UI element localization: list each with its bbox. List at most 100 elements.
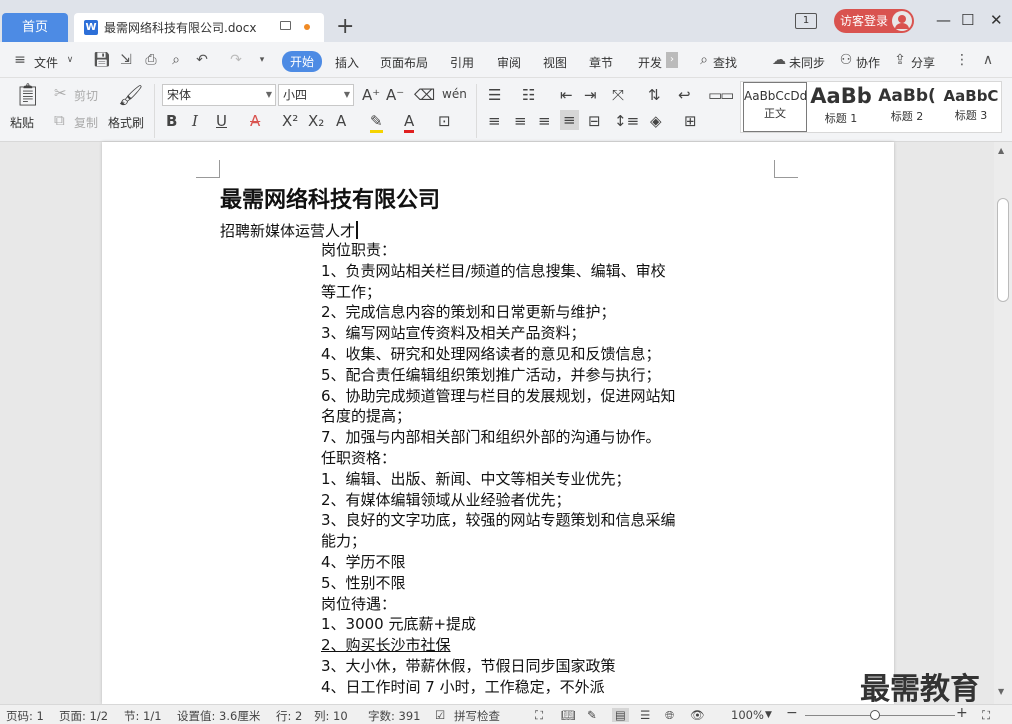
- monitor-icon[interactable]: [280, 21, 291, 30]
- style-heading2[interactable]: AaBb( 标题 2: [875, 82, 939, 132]
- zoom-level[interactable]: 100%: [731, 708, 764, 722]
- paste-icon[interactable]: 📋︎: [14, 84, 42, 108]
- export-icon[interactable]: ⇲: [118, 52, 134, 68]
- borders-icon[interactable]: ⊞: [684, 112, 697, 130]
- new-tab-button[interactable]: +: [336, 14, 354, 39]
- align-left-icon[interactable]: ≡: [488, 112, 501, 130]
- tab-start[interactable]: 开始: [282, 51, 323, 72]
- zoom-slider[interactable]: [805, 715, 955, 716]
- more-quick-icon[interactable]: ▾: [254, 52, 270, 68]
- format-painter-button[interactable]: 格式刷: [108, 114, 144, 131]
- chevron-down-icon[interactable]: ∨: [62, 52, 78, 68]
- tab-review[interactable]: 审阅: [497, 54, 521, 71]
- tab-insert[interactable]: 插入: [335, 54, 359, 71]
- cut-button[interactable]: 剪切: [74, 87, 98, 104]
- tab-home[interactable]: 首页: [2, 13, 68, 42]
- outline-view-icon[interactable]: ☰: [640, 708, 650, 722]
- justify-icon[interactable]: ≡: [560, 110, 579, 130]
- fit-window-icon[interactable]: ⛶: [982, 708, 990, 723]
- fullscreen-icon[interactable]: ⛶: [535, 708, 543, 723]
- scroll-thumb[interactable]: [997, 198, 1009, 302]
- collab-icon[interactable]: ⚇: [838, 52, 854, 68]
- scroll-up-icon[interactable]: ▲: [998, 146, 1004, 155]
- redo-icon[interactable]: ↷: [228, 52, 244, 68]
- style-normal[interactable]: AaBbCcDd 正文: [743, 82, 807, 132]
- strikethrough-icon[interactable]: A: [250, 112, 260, 130]
- close-icon[interactable]: ✕: [990, 11, 1003, 29]
- status-page-number[interactable]: 页码: 1: [6, 708, 44, 724]
- eye-protection-icon[interactable]: 👁︎: [690, 708, 705, 722]
- spellcheck-button[interactable]: 拼写检查: [454, 708, 500, 724]
- web-view-icon[interactable]: 🌐︎: [665, 708, 674, 723]
- line-spacing-icon[interactable]: ↕≡: [614, 112, 639, 130]
- tab-chapter[interactable]: 章节: [589, 54, 613, 71]
- chevron-down-icon[interactable]: ▼: [765, 710, 772, 720]
- tab-page-layout[interactable]: 页面布局: [380, 54, 428, 71]
- page-view-icon[interactable]: ▤: [612, 708, 629, 722]
- vertical-scrollbar[interactable]: ▲ ▼: [994, 142, 1012, 704]
- align-center-icon[interactable]: ≡: [514, 112, 527, 130]
- hamburger-icon[interactable]: ≡: [12, 52, 28, 68]
- cut-icon[interactable]: ✂: [54, 84, 67, 102]
- font-name-select[interactable]: 宋体 ▼: [162, 84, 276, 106]
- distribute-icon[interactable]: ⊟: [588, 112, 601, 130]
- zoom-in-icon[interactable]: +: [956, 705, 968, 721]
- highlight-icon[interactable]: ✎: [370, 112, 383, 133]
- status-row[interactable]: 行: 2: [276, 708, 302, 724]
- tab-document[interactable]: W 最需网络科技有限公司.docx: [74, 13, 324, 42]
- align-right-icon[interactable]: ≡: [538, 112, 551, 130]
- char-border-icon[interactable]: ⊡: [438, 112, 451, 130]
- zoom-slider-handle[interactable]: [870, 710, 880, 720]
- search-icon[interactable]: ⌕: [696, 52, 712, 68]
- status-pages[interactable]: 页面: 1/2: [59, 708, 108, 724]
- grow-font-icon[interactable]: A⁺: [362, 86, 380, 104]
- format-painter-icon[interactable]: 🖌︎: [118, 84, 143, 106]
- print-icon[interactable]: ⎙: [143, 52, 159, 68]
- increase-indent-icon[interactable]: ⇥: [584, 86, 597, 104]
- undo-icon[interactable]: ↶: [194, 52, 210, 68]
- search-button[interactable]: 查找: [713, 54, 737, 71]
- table-tools-icon[interactable]: ▭▭: [708, 86, 734, 104]
- tab-references[interactable]: 引用: [450, 54, 474, 71]
- collab-button[interactable]: 协作: [856, 54, 880, 71]
- tab-developer[interactable]: 开发: [638, 54, 662, 71]
- window-count-badge[interactable]: 1: [795, 13, 817, 29]
- italic-icon[interactable]: I: [192, 112, 198, 130]
- minimize-icon[interactable]: —: [936, 11, 951, 29]
- share-icon[interactable]: ⇪: [892, 52, 908, 68]
- subscript-icon[interactable]: X₂: [308, 112, 324, 130]
- font-color-icon[interactable]: A: [404, 112, 415, 133]
- sort-icon[interactable]: ⇅: [648, 86, 661, 104]
- font-size-select[interactable]: 小四 ▼: [278, 84, 354, 106]
- copy-icon[interactable]: ⧉: [54, 111, 65, 129]
- sync-status[interactable]: 未同步: [789, 54, 825, 71]
- maximize-icon[interactable]: ☐: [961, 11, 974, 29]
- menu-file[interactable]: 文件: [34, 54, 58, 71]
- visitor-login-button[interactable]: 访客登录: [834, 9, 914, 33]
- tab-view[interactable]: 视图: [543, 54, 567, 71]
- collapse-ribbon-icon[interactable]: ∧: [980, 52, 996, 68]
- numbered-list-icon[interactable]: ☷: [522, 86, 535, 104]
- save-icon[interactable]: 💾︎: [93, 52, 111, 68]
- shading-icon[interactable]: ◈: [650, 112, 662, 130]
- document-page[interactable]: 最需网络科技有限公司 招聘新媒体运营人才 岗位职责： 1、负责网站相关栏目/频道…: [102, 142, 894, 704]
- clear-format-icon[interactable]: ⌫: [414, 86, 435, 104]
- chinese-layout-icon[interactable]: ⤧: [612, 86, 624, 104]
- status-section[interactable]: 节: 1/1: [124, 708, 162, 724]
- preview-icon[interactable]: ⌕: [168, 52, 184, 68]
- status-word-count[interactable]: 字数: 391: [368, 708, 420, 724]
- more-options-icon[interactable]: ⋮: [954, 52, 970, 68]
- ribbon-scroll-right-icon[interactable]: ›: [666, 52, 678, 68]
- copy-button[interactable]: 复制: [74, 114, 98, 131]
- show-marks-icon[interactable]: ↩: [678, 86, 691, 104]
- style-heading3[interactable]: AaBbC 标题 3: [939, 82, 1003, 132]
- status-setting[interactable]: 设置值: 3.6厘米: [177, 708, 260, 724]
- text-effect-icon[interactable]: A: [336, 112, 346, 130]
- edit-mode-icon[interactable]: ✎: [587, 708, 597, 722]
- superscript-icon[interactable]: X²: [282, 112, 298, 130]
- status-column[interactable]: 列: 10: [314, 708, 348, 724]
- underline-icon[interactable]: U: [216, 112, 227, 130]
- zoom-out-icon[interactable]: −: [786, 705, 798, 721]
- decrease-indent-icon[interactable]: ⇤: [560, 86, 573, 104]
- reading-mode-icon[interactable]: 📖︎: [561, 708, 576, 722]
